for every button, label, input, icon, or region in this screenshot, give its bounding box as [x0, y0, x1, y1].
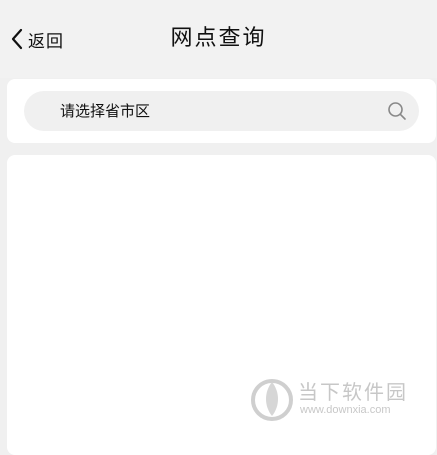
page-title: 网点查询 — [170, 26, 267, 51]
region-search-input[interactable] — [24, 91, 419, 131]
search-card — [7, 79, 436, 143]
nav-bar: 返回 网点查询 — [0, 0, 437, 78]
watermark-url: www.downxia.com — [300, 404, 391, 416]
watermark: 当下软件园 www.downxia.com — [250, 374, 425, 424]
search-icon[interactable] — [387, 101, 407, 121]
watermark-title: 当下软件园 — [298, 380, 408, 404]
watermark-logo-icon — [251, 379, 293, 421]
